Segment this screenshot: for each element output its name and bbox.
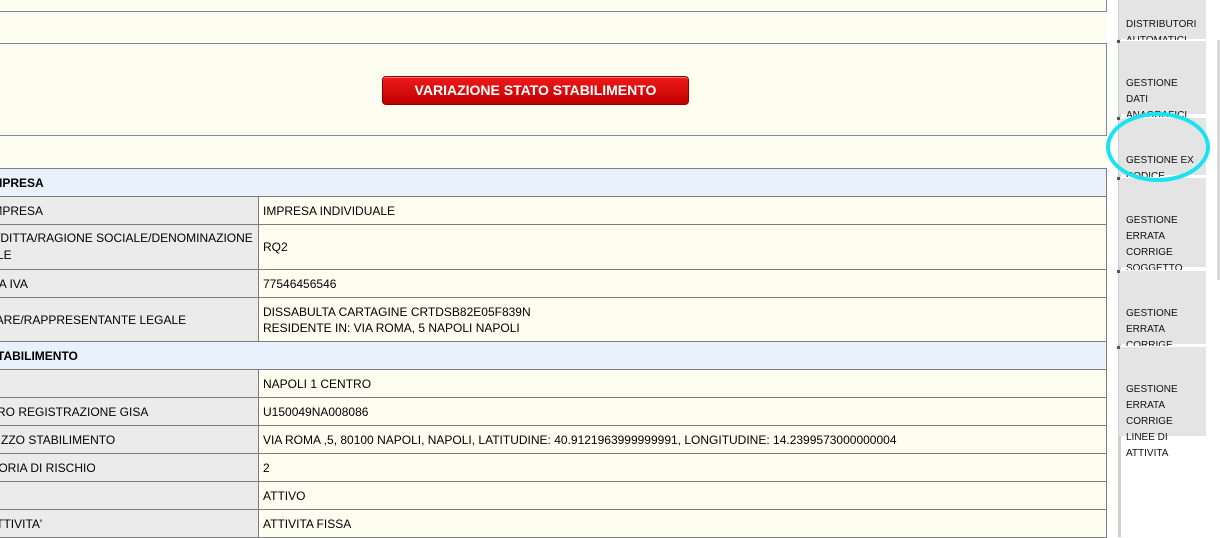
- row-value: VIA ROMA ,5, 80100 NAPOLI, NAPOLI, LATIT…: [263, 432, 897, 447]
- row-value: IMPRESA INDIVIDUALE: [263, 203, 396, 218]
- sidebar-item-gestione-ex-codice[interactable]: GESTIONE EX CODICE LEGGE 30: [1117, 117, 1206, 198]
- row-value: NAPOLI 1 CENTRO: [263, 376, 372, 391]
- row-label: ATTIVITA': [0, 516, 43, 531]
- sidebar-item-gestione-dati-anagrafici[interactable]: GESTIONE DATI ANAGRAFICI AGGIUNTIVI: [1117, 40, 1206, 137]
- marker-icon: [1117, 177, 1120, 180]
- table-row: ERO REGISTRAZIONE GISA U150049NA008086: [0, 397, 1107, 426]
- sidebar-item-distributori-automatici[interactable]: DISTRIBUTORI AUTOMATICI: [1119, 0, 1206, 46]
- row-label: ERO REGISTRAZIONE GISA: [0, 404, 149, 419]
- row-value: 2: [263, 460, 270, 475]
- table-row: E/DITTA/RAGIONE SOCIALE/DENOMINAZIONE AL…: [0, 224, 1107, 270]
- marker-icon: [1117, 346, 1120, 349]
- row-label: ITA IVA: [0, 276, 28, 291]
- table-row: RIZZO STABILIMENTO VIA ROMA ,5, 80100 NA…: [0, 425, 1107, 454]
- row-label: O: [0, 489, 254, 503]
- table-row: ATTIVITA' ATTIVITA FISSA: [0, 509, 1107, 538]
- row-label: E/DITTA/RAGIONE SOCIALE/DENOMINAZIONE AL…: [0, 231, 253, 262]
- marker-icon: [1117, 270, 1120, 273]
- table-row: O ATTIVO: [0, 481, 1107, 510]
- table-row: GORIA DI RISCHIO 2: [0, 453, 1107, 482]
- sidebar-item-errata-corrige-soggetto[interactable]: GESTIONE ERRATA CORRIGE SOGGETTO FISICO: [1117, 177, 1206, 290]
- row-value: 77546456546: [263, 276, 337, 291]
- row-value: U150049NA008086: [263, 404, 369, 419]
- row-value: ATTIVITA FISSA: [263, 516, 352, 531]
- section-title: STABILIMENTO: [0, 348, 78, 363]
- details-table: IMPRESA IMPRESA IMPRESA INDIVIDUALE E/DI…: [0, 168, 1107, 538]
- table-row: ITA IVA 77546456546: [0, 269, 1107, 298]
- table-row: NAPOLI 1 CENTRO: [0, 369, 1107, 398]
- marker-icon: [1117, 40, 1120, 43]
- row-value: DISSABULTA CARTAGINE CRTDSB82E05F839N RE…: [263, 304, 531, 335]
- table-row: IMPRESA IMPRESA INDIVIDUALE: [0, 196, 1107, 225]
- row-label: LARE/RAPPRESENTANTE LEGALE: [0, 312, 187, 327]
- row-value: ATTIVO: [263, 488, 306, 503]
- section-header-stabilimento: STABILIMENTO: [0, 341, 1107, 370]
- row-label: GORIA DI RISCHIO: [0, 460, 96, 475]
- sidebar-item-errata-corrige-linee[interactable]: GESTIONE ERRATA CORRIGE LINEE DI ATTIVIT…: [1117, 346, 1206, 459]
- top-panel: [0, 0, 1107, 12]
- main-content: VARIAZIONE STATO STABILIMENTO IMPRESA IM…: [0, 0, 1107, 538]
- section-header-impresa: IMPRESA: [0, 168, 1107, 197]
- section-title: IMPRESA: [0, 175, 44, 190]
- row-value: RQ2: [263, 240, 288, 254]
- row-label: IMPRESA: [0, 203, 44, 218]
- sidebar: DISTRIBUTORI AUTOMATICI GESTIONE DATI AN…: [1107, 0, 1220, 537]
- sidebar-item-label: GESTIONE ERRATA CORRIGE LINEE DI ATTIVIT…: [1126, 384, 1178, 459]
- sidebar-item-errata-corrige-impresa[interactable]: GESTIONE ERRATA CORRIGE IMPRESA: [1117, 270, 1206, 367]
- marker-icon: [1117, 117, 1120, 120]
- row-label: RIZZO STABILIMENTO: [0, 432, 116, 447]
- variazione-stato-button[interactable]: VARIAZIONE STATO STABILIMENTO: [382, 76, 689, 105]
- table-row: LARE/RAPPRESENTANTE LEGALE DISSABULTA CA…: [0, 297, 1107, 342]
